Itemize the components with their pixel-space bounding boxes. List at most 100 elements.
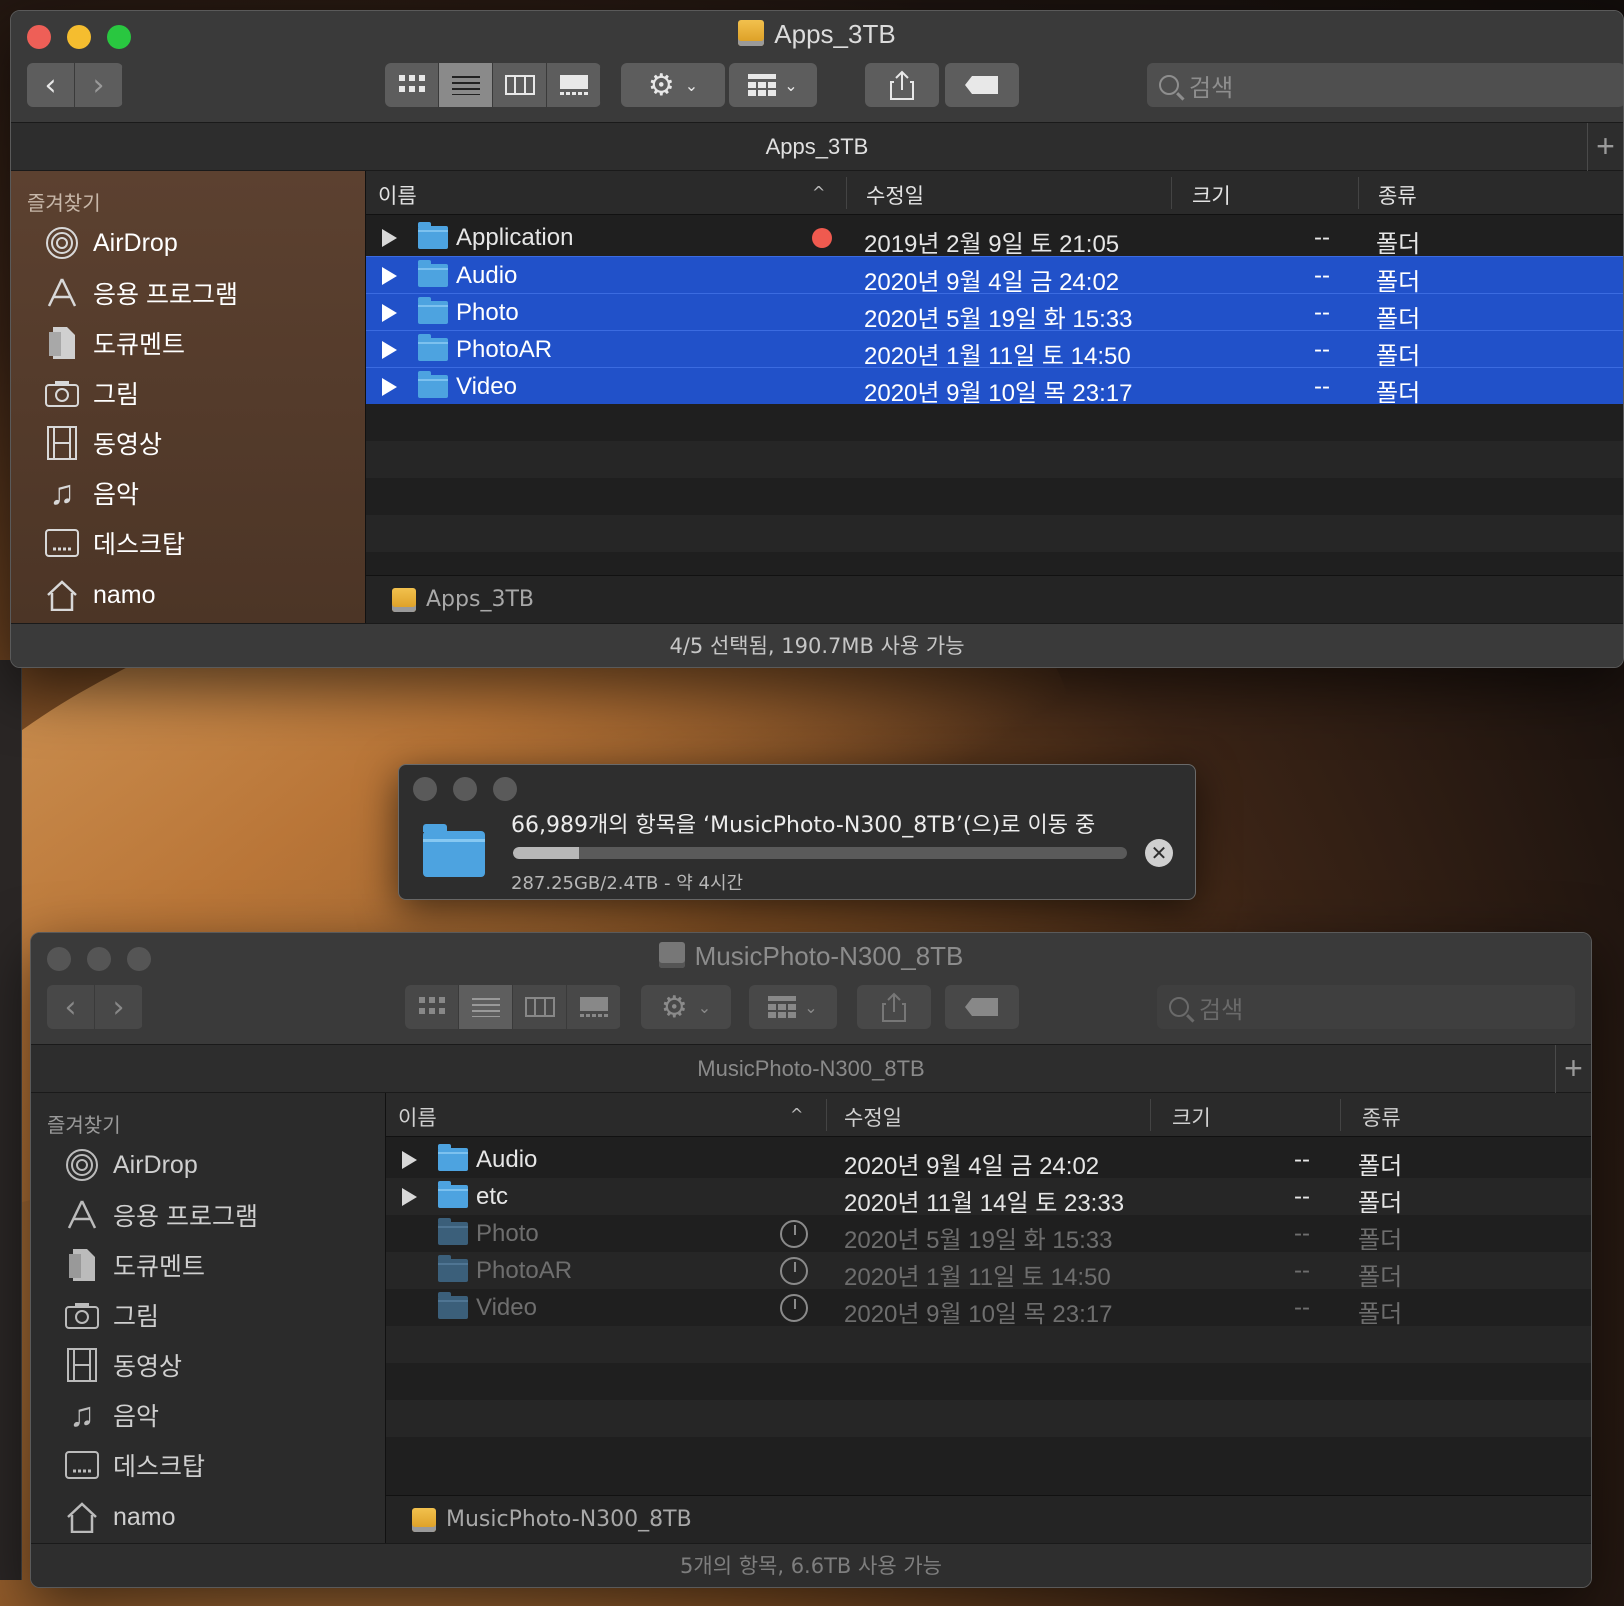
forward-button[interactable]: › [75,63,123,107]
table-row[interactable]: PhotoAR 2020년 1월 11일 토 14:50 -- 폴더 [366,330,1623,370]
group-by-button[interactable]: ⌄ [749,985,837,1029]
sidebar-item-documents[interactable]: 도큐멘트 [45,323,185,363]
gear-icon: ⚙ [660,989,688,1025]
new-tab-button[interactable]: + [1587,123,1623,171]
sidebar-item-music[interactable]: ♫ 음악 [45,473,139,513]
airdrop-icon [45,226,79,260]
drive-icon [412,1507,436,1532]
back-button[interactable]: ‹ [47,985,95,1029]
table-row[interactable]: Audio 2020년 9월 4일 금 24:02 -- 폴더 [386,1141,1591,1180]
titlebar[interactable]: Apps_3TB ‹ › ⚙ ⌄ ⌄ 검색 [11,11,1623,123]
path-title: MusicPhoto-N300_8TB [697,1056,925,1081]
sidebar-item-music[interactable]: ♫ 음악 [65,1395,159,1435]
share-button[interactable] [865,63,939,107]
sidebar-item-movies[interactable]: 동영상 [65,1345,182,1385]
sidebar-item-applications[interactable]: 응용 프로그램 [65,1195,258,1235]
sidebar-item-home[interactable]: namo [65,1497,176,1537]
table-row[interactable]: Audio 2020년 9월 4일 금 24:02 -- 폴더 [366,256,1623,296]
path-bar: Apps_3TB [366,575,1623,623]
sort-ascending-icon: ^ [812,183,826,202]
group-by-button[interactable]: ⌄ [729,63,817,107]
sidebar-item-pictures[interactable]: 그림 [45,373,139,413]
sidebar-header: 즐겨찾기 [47,1113,121,1137]
disclosure-triangle-icon[interactable] [402,1151,417,1169]
disclosure-triangle-icon[interactable] [382,304,397,322]
search-placeholder: 검색 [1199,995,1244,1024]
tags-button[interactable] [945,63,1019,107]
back-button[interactable]: ‹ [27,63,75,107]
sidebar-item-applications[interactable]: 응용 프로그램 [45,273,238,313]
sidebar-item-desktop[interactable]: 데스크탑 [65,1445,205,1485]
view-switcher [405,985,621,1029]
disclosure-triangle-icon[interactable] [382,267,397,285]
list-view-icon[interactable] [439,63,493,107]
forward-button[interactable]: › [95,985,143,1029]
table-row[interactable]: Photo 2020년 5월 19일 화 15:33 -- 폴더 [386,1215,1591,1254]
sidebar: 즐겨찾기 AirDrop 응용 프로그램 도큐멘트 그림 동영상 ♫ 음악 데스크… [31,1093,385,1543]
column-kind[interactable]: 종류 [1362,1102,1401,1132]
close-button[interactable] [413,777,437,801]
tags-button[interactable] [945,985,1019,1029]
gear-icon: ⚙ [647,67,675,103]
gallery-view-icon[interactable] [547,63,601,107]
empty-row [386,1400,1591,1437]
table-row[interactable]: PhotoAR 2020년 1월 11일 토 14:50 -- 폴더 [386,1252,1591,1291]
column-size[interactable]: 크기 [1192,180,1231,210]
progress-bar [513,847,1127,859]
sidebar-item-airdrop[interactable]: AirDrop [45,223,178,263]
action-menu-button[interactable]: ⚙ ⌄ [641,985,731,1029]
column-kind[interactable]: 종류 [1378,180,1417,210]
progress-fill [513,847,579,859]
path-bar-item[interactable]: MusicPhoto-N300_8TB [446,1507,692,1532]
column-name[interactable]: 이름 [398,1102,437,1132]
sidebar-header: 즐겨찾기 [27,191,101,215]
window-title: Apps_3TB [11,19,1623,50]
table-row[interactable]: Application 2019년 2월 9일 토 21:05 -- 폴더 [366,219,1623,258]
table-row[interactable]: Photo 2020년 5월 19일 화 15:33 -- 폴더 [366,293,1623,333]
table-row[interactable]: etc 2020년 11월 14일 토 23:33 -- 폴더 [386,1178,1591,1217]
titlebar[interactable]: MusicPhoto-N300_8TB ‹ › ⚙ ⌄ ⌄ 검색 [31,933,1591,1045]
finder-window-apps[interactable]: Apps_3TB ‹ › ⚙ ⌄ ⌄ 검색 Apps_3TB + 즐겨찾기 Ai… [10,10,1624,668]
column-date[interactable]: 수정일 [866,180,924,210]
search-icon [1159,75,1179,95]
column-date[interactable]: 수정일 [844,1102,902,1132]
column-name[interactable]: 이름 [378,180,417,210]
icon-view-icon[interactable] [385,63,439,107]
view-switcher [385,63,601,107]
sidebar: 즐겨찾기 AirDrop 응용 프로그램 도큐멘트 그림 동영상 ♫ 음악 데스크… [11,171,365,623]
cancel-icon[interactable]: ✕ [1145,839,1173,867]
column-size[interactable]: 크기 [1172,1102,1211,1132]
sidebar-item-movies[interactable]: 동영상 [45,423,162,463]
column-view-icon[interactable] [493,63,547,107]
sidebar-item-desktop[interactable]: 데스크탑 [45,523,185,563]
action-menu-button[interactable]: ⚙ ⌄ [621,63,725,107]
search-placeholder: 검색 [1189,73,1234,102]
table-row[interactable]: Video 2020년 9월 10일 목 23:17 -- 폴더 [386,1289,1591,1328]
folder-icon [423,824,485,877]
zoom-button[interactable] [493,777,517,801]
disclosure-triangle-icon[interactable] [382,341,397,359]
new-tab-button[interactable]: + [1555,1045,1591,1093]
camera-icon [45,376,79,410]
disclosure-triangle-icon[interactable] [382,229,397,247]
search-field[interactable]: 검색 [1147,63,1623,107]
table-row[interactable]: Video 2020년 9월 10일 목 23:17 -- 폴더 [366,367,1623,407]
sidebar-item-home[interactable]: namo [45,575,156,615]
path-bar-item[interactable]: Apps_3TB [426,587,534,612]
disclosure-triangle-icon[interactable] [382,378,397,396]
share-button[interactable] [857,985,931,1029]
gallery-view-icon[interactable] [567,985,621,1029]
empty-row [366,515,1623,552]
list-view-icon[interactable] [459,985,513,1029]
finder-window-musicphoto[interactable]: MusicPhoto-N300_8TB ‹ › ⚙ ⌄ ⌄ 검색 MusicPh… [30,932,1592,1588]
column-view-icon[interactable] [513,985,567,1029]
tag-icon [965,76,998,94]
search-field[interactable]: 검색 [1157,985,1575,1029]
disclosure-triangle-icon[interactable] [402,1188,417,1206]
sidebar-item-documents[interactable]: 도큐멘트 [65,1245,205,1285]
minimize-button[interactable] [453,777,477,801]
column-header: 이름 ^ 수정일 크기 종류 [386,1093,1591,1137]
sidebar-item-airdrop[interactable]: AirDrop [65,1145,198,1185]
sidebar-item-pictures[interactable]: 그림 [65,1295,159,1335]
icon-view-icon[interactable] [405,985,459,1029]
